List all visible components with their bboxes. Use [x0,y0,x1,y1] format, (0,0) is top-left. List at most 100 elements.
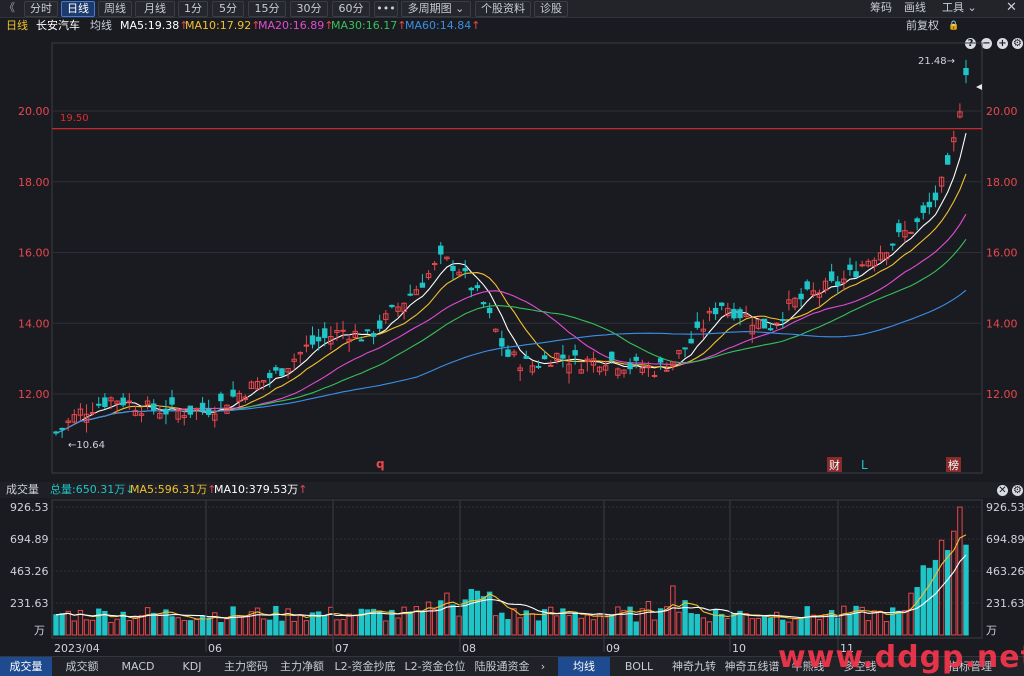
tab-weekly[interactable]: 周线 [98,1,132,17]
marker-L[interactable]: L [861,458,868,472]
volume-bar [755,617,762,636]
close-icon[interactable]: ✕ [1006,1,1017,15]
candle-body [419,282,426,288]
volume-bar [376,610,383,636]
price-tick-right: 18.00 [986,176,1018,189]
volume-bar [346,613,352,636]
tab-daily[interactable]: 日线 [61,1,95,17]
volume-bar [132,616,139,636]
candle-body [273,367,279,371]
candle-body [96,403,102,406]
candle-body [847,264,853,270]
candle-body [53,431,59,434]
tab-turnover[interactable]: 成交额 [56,657,108,676]
candle-body [523,355,529,359]
tools-dropdown[interactable]: 工具 ⌄ [942,1,977,15]
close-panel-icon[interactable]: ✕ [997,485,1008,496]
candle-body [657,358,664,363]
chips-button[interactable]: 筹码 [870,1,892,15]
tab-main-code[interactable]: 主力密码 [220,657,272,676]
tab-boll[interactable]: BOLL [614,657,664,676]
candle-body [474,285,481,289]
ma5-line [55,132,967,434]
candle-body [480,302,487,305]
price-tick-left: 14.00 [18,317,50,330]
tab-scroll-right-icon[interactable]: › [536,657,550,676]
volume-bar [896,610,902,636]
candle-body [694,321,700,328]
volume-bar [712,609,719,636]
volume-bar [175,617,181,636]
x-axis-label: 09 [606,642,620,655]
tab-northbound[interactable]: 陆股通资金 [472,657,532,676]
volume-bar [566,615,572,636]
volume-bar [401,606,407,636]
candle-body [169,397,175,405]
tab-l2-bottom[interactable]: L2-资金抄底 [332,657,398,676]
more-periods-button[interactable]: ••• [374,1,398,17]
current-price-pointer-icon [976,84,982,90]
tab-l2-position[interactable]: L2-资金仓位 [402,657,468,676]
stock-info-button[interactable]: 个股资料 [475,1,531,17]
adjust-mode[interactable]: 前复权 [906,17,939,35]
tab-15min[interactable]: 15分 [248,1,286,17]
draw-line-button[interactable]: 画线 [904,1,926,15]
indicator-type[interactable]: 均线 [90,17,112,35]
tab-kdj[interactable]: KDJ [168,657,216,676]
stock-name[interactable]: 长安汽车 [36,17,80,35]
diagnose-button[interactable]: 诊股 [534,1,568,17]
ma60-value: MA60:14.84↑ [405,19,481,32]
lock-icon[interactable]: 🔒 [948,17,959,35]
volume-bar [303,620,310,636]
tab-30min[interactable]: 30分 [290,1,328,17]
tab-monthly[interactable]: 月线 [135,1,175,17]
volume-bar [505,619,511,636]
tab-main-net[interactable]: 主力净额 [276,657,328,676]
tab-intraday[interactable]: 分时 [24,1,58,17]
volume-bar [547,606,554,636]
candlestick-chart[interactable]: 12.00 12.00 14.00 14.00 16.00 16.00 18.00 18.00… [0,35,1024,481]
volume-bar [169,616,175,636]
candle-body [309,335,316,345]
candle-body [205,408,212,415]
tab-macd[interactable]: MACD [112,657,164,676]
tab-magic-five[interactable]: 神奇五线谱 [724,657,780,676]
candle-body [230,389,236,397]
volume-bar [719,613,725,636]
candle-body [163,408,169,415]
tab-5min[interactable]: 5分 [212,1,244,17]
volume-tick-right: 926.53 [986,501,1024,514]
volume-bar [572,611,578,636]
panel-settings-icon[interactable]: ⚙ [1012,485,1023,496]
volume-bar [358,608,365,636]
volume-bar [865,620,871,636]
candle-body [773,322,780,325]
volume-bar [841,605,847,636]
volume-unit-left: 万 [34,624,45,637]
tab-volume[interactable]: 成交量 [0,657,52,676]
volume-bar [425,601,432,636]
volume-label[interactable]: 成交量 [6,482,39,498]
volume-bar [260,618,267,636]
volume-bar [126,620,132,636]
multi-period-dropdown[interactable]: 多周期图 ⌄ [401,1,471,17]
tab-magic-nine[interactable]: 神奇九转 [668,657,720,676]
tab-ma[interactable]: 均线 [558,657,610,676]
candle-body [358,339,365,342]
volume-bar [761,615,768,636]
volume-bar [383,620,389,636]
marker-q[interactable]: q [376,457,385,471]
tab-1min[interactable]: 1分 [178,1,208,17]
ma30-line [55,238,967,434]
candle-body [547,364,554,367]
volume-tick-right: 694.89 [986,533,1024,546]
tab-60min[interactable]: 60分 [332,1,370,17]
volume-bar [609,614,615,636]
high-price-label: 21.48→ [918,56,955,67]
volume-chart[interactable]: 231.63 231.63 463.26 463.26 694.89 694.89 926.… [0,498,1024,656]
candle-body [279,368,285,377]
volume-bar [407,611,413,636]
x-axis-label: 08 [462,642,476,655]
volume-bar [450,604,456,636]
back-button[interactable]: 《 [4,1,15,15]
